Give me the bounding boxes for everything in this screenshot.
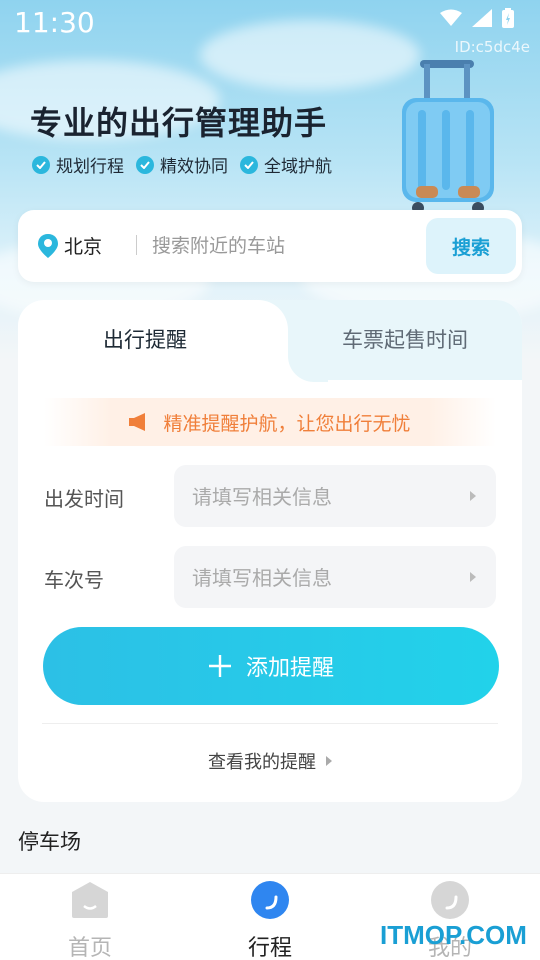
notice-text: 精准提醒护航，让您出行无忧	[163, 412, 411, 435]
trip-icon	[251, 881, 289, 919]
tab-ticket-sale-time[interactable]: 车票起售时间	[288, 324, 522, 354]
nav-label: 首页	[67, 936, 112, 960]
train-number-label: 车次号	[44, 568, 104, 592]
departure-time-label: 出发时间	[44, 487, 124, 511]
nav-item-trip[interactable]: 行程	[220, 880, 320, 960]
nav-label: 行程	[247, 936, 292, 960]
nav-item-home[interactable]: 首页	[40, 880, 140, 960]
feature-list: 规划行程 精效协同 全域护航	[32, 152, 332, 177]
suitcase-illustration	[402, 60, 494, 214]
check-icon	[136, 155, 154, 174]
tab-travel-reminder[interactable]: 出行提醒	[18, 324, 272, 354]
feature-item: 精效协同	[136, 152, 228, 177]
departure-time-field[interactable]: 请填写相关信息	[174, 465, 496, 527]
watermark: ITMOP.COM	[380, 920, 527, 950]
signal-icon	[472, 9, 492, 27]
wifi-icon	[440, 9, 462, 26]
chevron-right-icon	[470, 572, 476, 582]
chevron-right-icon	[470, 491, 476, 501]
profile-icon	[431, 881, 469, 919]
status-time: 11:30	[14, 6, 95, 39]
feature-item: 全域护航	[240, 152, 332, 177]
reminder-card: 出行提醒 车票起售时间 精准提醒护航，让您出行无忧 出发时间 请填写相关信息 车…	[18, 300, 522, 802]
chevron-right-icon	[326, 756, 332, 766]
feature-item: 规划行程	[32, 152, 124, 177]
tab-bar: 出行提醒 车票起售时间	[18, 300, 522, 382]
train-number-row: 车次号 请填写相关信息	[44, 546, 496, 610]
feature-label: 全域护航	[264, 157, 332, 177]
feature-label: 规划行程	[56, 157, 124, 177]
notice-banner: 精准提醒护航，让您出行无忧	[44, 398, 496, 446]
id-tag: ID:c5dc4e	[454, 38, 530, 56]
search-button[interactable]: 搜索	[426, 218, 516, 274]
megaphone-icon	[129, 413, 146, 431]
divider	[136, 235, 137, 255]
view-my-reminders-link[interactable]: 查看我的提醒	[18, 748, 522, 774]
train-number-field[interactable]: 请填写相关信息	[174, 546, 496, 608]
battery-icon	[502, 8, 514, 28]
check-icon	[32, 155, 50, 174]
plus-icon	[208, 655, 231, 677]
status-bar: 11:30 ID:c5dc4e	[0, 0, 540, 56]
city-selector[interactable]: 北京	[64, 232, 102, 259]
section-title-parking: 停车场	[18, 830, 81, 854]
search-input[interactable]: 搜索附近的车站	[152, 231, 285, 258]
feature-label: 精效协同	[160, 157, 228, 177]
field-placeholder: 请填写相关信息	[192, 485, 332, 509]
divider	[42, 723, 498, 724]
add-reminder-button[interactable]: 添加提醒	[43, 627, 499, 705]
field-placeholder: 请填写相关信息	[192, 566, 332, 590]
add-reminder-label: 添加提醒	[245, 656, 334, 681]
location-pin-icon	[38, 234, 58, 258]
hero-headline: 专业的出行管理助手	[30, 104, 328, 142]
departure-time-row: 出发时间 请填写相关信息	[44, 465, 496, 529]
search-bar[interactable]: 北京 搜索附近的车站 搜索	[18, 210, 522, 282]
view-my-reminders-label: 查看我的提醒	[208, 752, 316, 773]
check-icon	[240, 155, 258, 174]
home-icon	[72, 882, 108, 918]
